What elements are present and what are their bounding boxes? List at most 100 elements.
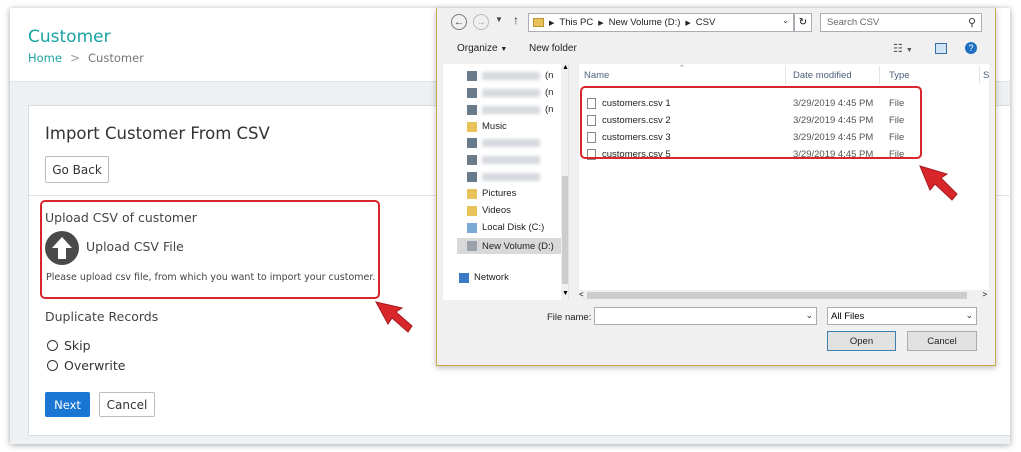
view-options-icon[interactable]: ☷ ▼ <box>893 42 913 55</box>
music-folder-icon <box>467 121 477 132</box>
dialog-cancel-button[interactable]: Cancel <box>907 331 977 351</box>
duplicate-records-heading: Duplicate Records <box>45 309 159 324</box>
radio-option-skip[interactable]: Skip <box>47 338 91 353</box>
blurred-name <box>482 173 540 181</box>
nav-item-pictures[interactable]: Pictures <box>467 188 516 199</box>
annotation-arrow-icon <box>375 301 413 333</box>
nav-item-local-disk[interactable]: Local Disk (C:) <box>467 222 544 233</box>
network-icon <box>459 272 469 283</box>
path-chevron-icon: ▶ <box>598 19 604 27</box>
up-arrow-icon[interactable]: ↑ <box>513 13 519 27</box>
page-title: Customer <box>28 27 111 47</box>
address-bar: ← → ▼ ↑ ▶ This PC ▶ New Volume (D:) ▶ CS… <box>437 8 995 35</box>
scroll-up-icon[interactable]: ▲ <box>562 64 568 71</box>
path-dropdown-icon[interactable]: ⌄ <box>782 16 789 25</box>
scroll-down-icon[interactable]: ▼ <box>562 290 568 297</box>
cancel-button[interactable]: Cancel <box>99 392 155 417</box>
network-share-icon <box>467 138 477 148</box>
path-segment[interactable]: New Volume (D:) <box>609 17 681 28</box>
sort-indicator-icon: ⌃ <box>679 65 685 72</box>
path-segment[interactable]: This PC <box>559 17 593 28</box>
open-button[interactable]: Open <box>827 331 896 351</box>
radio-label: Skip <box>64 338 91 353</box>
network-share-icon <box>467 155 477 165</box>
network-share-icon <box>467 172 477 182</box>
column-header-date[interactable]: Date modified <box>793 70 852 81</box>
file-type-filter-value: All Files <box>831 310 865 322</box>
go-back-button[interactable]: Go Back <box>45 156 109 183</box>
annotation-arrow-icon <box>919 165 958 201</box>
column-header-size[interactable]: S <box>983 70 989 81</box>
column-separator[interactable] <box>979 66 980 84</box>
videos-folder-icon <box>467 205 477 216</box>
blurred-name <box>482 105 540 114</box>
forward-arrow-icon[interactable]: → <box>473 14 489 30</box>
help-icon[interactable]: ? <box>965 42 977 54</box>
card-title: Import Customer From CSV <box>45 124 270 143</box>
path-chevron-icon: ▶ <box>549 19 555 27</box>
path-segment[interactable]: CSV <box>696 17 716 28</box>
nav-item-blurred[interactable]: (n <box>467 104 553 115</box>
nav-item-network[interactable]: Network <box>459 272 509 283</box>
breadcrumb-current: Customer <box>88 51 144 65</box>
radio-button[interactable] <box>47 360 58 371</box>
nav-item-music[interactable]: Music <box>467 121 507 132</box>
nav-item-blurred[interactable] <box>467 155 540 165</box>
path-box[interactable]: ▶ This PC ▶ New Volume (D:) ▶ CSV ⌄ <box>528 13 794 32</box>
refresh-icon[interactable]: ↻ <box>794 13 812 32</box>
scroll-thumb[interactable] <box>587 292 967 299</box>
organize-menu[interactable]: Organize ▼ <box>457 43 507 54</box>
drive-icon <box>467 222 477 233</box>
search-placeholder: Search CSV <box>827 17 880 28</box>
next-button[interactable]: Next <box>45 392 90 417</box>
column-header-name[interactable]: Name <box>584 70 609 81</box>
scroll-thumb[interactable] <box>562 176 568 284</box>
search-icon: ⚲ <box>967 17 976 29</box>
column-separator[interactable] <box>785 66 786 84</box>
scroll-right-icon[interactable]: > <box>982 290 987 299</box>
dialog-toolbar: Organize ▼ New folder ☷ ▼ ? <box>437 39 995 61</box>
blurred-name <box>482 156 540 164</box>
blurred-name <box>482 71 540 80</box>
breadcrumb-home-link[interactable]: Home <box>28 51 62 65</box>
radio-option-overwrite[interactable]: Overwrite <box>47 358 126 373</box>
radio-button[interactable] <box>47 340 58 351</box>
file-name-input[interactable]: ⌄ <box>594 307 817 325</box>
breadcrumb-separator-icon: > <box>69 51 81 65</box>
search-input[interactable]: Search CSV ⚲ <box>820 13 982 32</box>
file-open-dialog: ← → ▼ ↑ ▶ This PC ▶ New Volume (D:) ▶ CS… <box>436 8 996 366</box>
nav-item-blurred[interactable]: (n <box>467 70 553 81</box>
nav-item-blurred[interactable]: (n <box>467 87 553 98</box>
file-name-label: File name: <box>547 312 592 323</box>
network-share-icon <box>467 87 477 98</box>
chevron-down-icon[interactable]: ⌄ <box>965 310 973 321</box>
file-list-hscrollbar[interactable]: < > <box>579 290 989 301</box>
breadcrumb: Home > Customer <box>28 51 144 65</box>
recent-dropdown-icon[interactable]: ▼ <box>495 15 503 24</box>
nav-item-blurred[interactable] <box>467 138 540 148</box>
pictures-folder-icon <box>467 188 477 199</box>
highlight-box-files <box>580 86 922 159</box>
column-header-type[interactable]: Type <box>889 70 910 81</box>
scroll-left-icon[interactable]: < <box>579 290 584 299</box>
highlight-box-upload <box>40 200 380 299</box>
new-folder-button[interactable]: New folder <box>529 43 577 54</box>
column-separator[interactable] <box>879 66 880 84</box>
path-chevron-icon: ▶ <box>685 19 691 27</box>
blurred-name <box>482 88 540 97</box>
file-type-filter[interactable]: All Files ⌄ <box>827 307 977 325</box>
navigation-pane: ▲ ▼ (n (n (n Music Pictures Videos Local… <box>443 64 569 300</box>
chevron-down-icon[interactable]: ⌄ <box>805 310 813 321</box>
nav-item-blurred[interactable] <box>467 172 540 182</box>
nav-item-videos[interactable]: Videos <box>467 205 511 216</box>
radio-label: Overwrite <box>64 358 126 373</box>
blurred-name <box>482 139 540 147</box>
network-share-icon <box>467 70 477 81</box>
nav-scrollbar[interactable]: ▲ ▼ <box>561 64 568 300</box>
nav-item-new-volume[interactable]: New Volume (D:) <box>457 238 561 254</box>
back-arrow-icon[interactable]: ← <box>451 14 467 30</box>
folder-icon <box>533 18 544 27</box>
network-share-icon <box>467 104 477 115</box>
drive-icon <box>467 241 477 251</box>
preview-pane-icon[interactable] <box>935 43 947 54</box>
